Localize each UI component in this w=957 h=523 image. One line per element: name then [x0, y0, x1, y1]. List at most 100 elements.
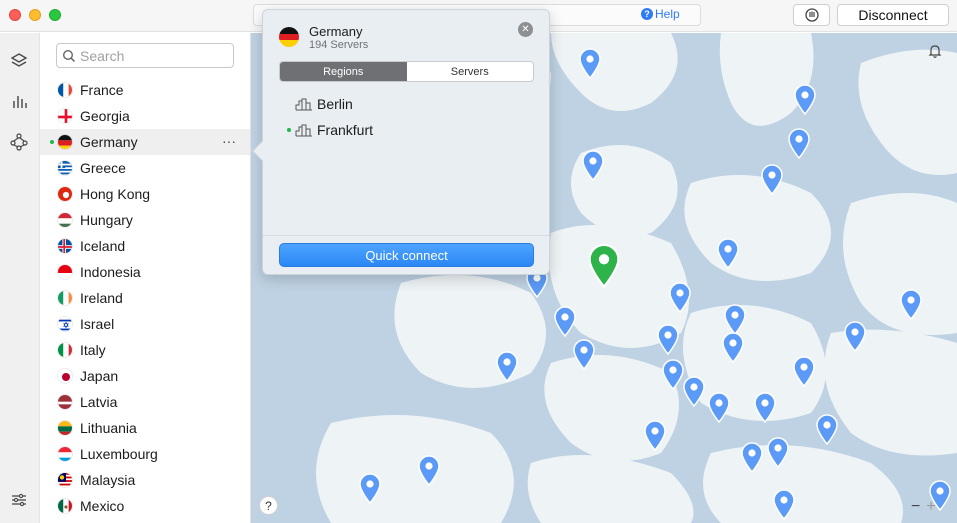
zoom-out-button[interactable]: −	[911, 498, 920, 516]
iceland-flag-icon	[57, 238, 73, 254]
close-popover-icon[interactable]: ✕	[518, 22, 533, 37]
server-location-pin-icon[interactable]	[792, 355, 816, 387]
search-input[interactable]	[80, 47, 230, 64]
country-item-ireland[interactable]: Ireland	[40, 285, 250, 311]
country-sidebar: France Georgia Germany ··· Greece Hong Kong Hu…	[40, 33, 251, 523]
country-item-japan[interactable]: Japan	[40, 363, 250, 389]
server-location-pin-icon[interactable]	[899, 288, 923, 320]
country-label: Hong Kong	[80, 186, 151, 202]
zoom-window-button[interactable]	[49, 9, 61, 21]
server-location-pin-icon[interactable]	[766, 436, 790, 468]
country-item-mexico[interactable]: Mexico	[40, 493, 250, 519]
shield-icon	[804, 8, 819, 22]
search-box[interactable]	[56, 43, 234, 68]
hongkong-flag-icon	[57, 186, 73, 202]
country-item-lithuania[interactable]: Lithuania	[40, 415, 250, 441]
server-location-pin-icon[interactable]	[417, 454, 441, 486]
hungary-flag-icon	[57, 212, 73, 228]
tab-regions[interactable]: Regions	[280, 62, 407, 81]
country-label: Greece	[80, 160, 126, 176]
country-item-hungary[interactable]: Hungary	[40, 207, 250, 233]
statistics-icon[interactable]	[9, 92, 29, 112]
server-location-pin-icon[interactable]	[668, 281, 692, 313]
mexico-flag-icon	[57, 498, 73, 514]
country-item-france[interactable]: France	[40, 77, 250, 103]
server-location-pin-icon[interactable]	[643, 419, 667, 451]
country-item-italy[interactable]: Italy	[40, 337, 250, 363]
quick-connect-button[interactable]: Quick connect	[279, 243, 534, 267]
country-item-germany[interactable]: Germany ···	[40, 129, 250, 155]
server-location-pin-icon[interactable]	[815, 413, 839, 445]
disconnect-button[interactable]: Disconnect	[837, 4, 949, 26]
help-link[interactable]: ? Help	[641, 7, 680, 21]
server-location-pin-icon[interactable]	[740, 441, 764, 473]
close-window-button[interactable]	[9, 9, 21, 21]
server-location-pin-icon[interactable]	[581, 149, 605, 181]
country-label: Japan	[80, 368, 119, 384]
minimize-window-button[interactable]	[29, 9, 41, 21]
country-label: Malaysia	[80, 472, 136, 488]
country-item-latvia[interactable]: Latvia	[40, 389, 250, 415]
connected-dot	[50, 140, 54, 144]
malaysia-flag-icon	[57, 472, 73, 488]
more-options-button[interactable]: ···	[222, 133, 236, 149]
active-region-dot	[287, 128, 291, 132]
server-location-pin-icon[interactable]	[578, 47, 602, 79]
help-label: Help	[655, 7, 680, 21]
server-location-pin-icon[interactable]	[495, 350, 519, 382]
region-popover: Germany 194 Servers ✕ Regions Servers Be…	[252, 9, 550, 275]
country-label: France	[80, 82, 124, 98]
map-help-button[interactable]: ?	[259, 496, 278, 515]
ireland-flag-icon	[57, 290, 73, 306]
country-label: Italy	[80, 342, 106, 358]
server-location-pin-icon[interactable]	[707, 391, 731, 423]
city-icon	[295, 124, 312, 137]
server-location-pin-icon[interactable]	[682, 375, 706, 407]
zoom-controls: − +	[911, 498, 936, 516]
server-location-pin-icon[interactable]	[572, 338, 596, 370]
germany-flag-icon	[57, 134, 73, 150]
server-location-pin-icon[interactable]	[553, 305, 577, 337]
country-item-indonesia[interactable]: Indonesia	[40, 259, 250, 285]
server-location-pin-icon[interactable]	[793, 83, 817, 115]
country-item-iceland[interactable]: Iceland	[40, 233, 250, 259]
server-location-pin-icon[interactable]	[760, 163, 784, 195]
popover-country-name: Germany	[309, 24, 363, 39]
threat-protection-button[interactable]	[793, 4, 830, 26]
country-label: Luxembourg	[80, 446, 158, 462]
server-location-pin-icon[interactable]	[753, 391, 777, 423]
country-item-malaysia[interactable]: Malaysia	[40, 467, 250, 493]
country-label: Ireland	[80, 290, 123, 306]
country-item-hongkong[interactable]: Hong Kong	[40, 181, 250, 207]
tab-servers[interactable]: Servers	[407, 62, 534, 81]
country-label: Germany	[80, 134, 138, 150]
server-location-pin-icon[interactable]	[843, 320, 867, 352]
japan-flag-icon	[57, 368, 73, 384]
region-item-frankfurt[interactable]: Frankfurt	[287, 120, 373, 140]
preferences-sliders-icon[interactable]	[9, 490, 29, 510]
meshnet-icon[interactable]	[9, 132, 29, 152]
layers-icon[interactable]	[9, 51, 29, 71]
server-location-pin-icon[interactable]	[358, 472, 382, 504]
country-item-luxembourg[interactable]: Luxembourg	[40, 441, 250, 467]
search-icon	[62, 49, 76, 62]
country-item-greece[interactable]: Greece	[40, 155, 250, 181]
connected-location-pin-icon[interactable]	[585, 242, 623, 288]
country-item-israel[interactable]: Israel	[40, 311, 250, 337]
country-label: Hungary	[80, 212, 133, 228]
country-list: France Georgia Germany ··· Greece Hong Kong Hu…	[40, 77, 250, 519]
server-location-pin-icon[interactable]	[716, 237, 740, 269]
country-label: Indonesia	[80, 264, 141, 280]
server-location-pin-icon[interactable]	[772, 488, 796, 520]
server-location-pin-icon[interactable]	[721, 331, 745, 363]
country-label: Georgia	[80, 108, 130, 124]
server-location-pin-icon[interactable]	[787, 127, 811, 159]
popover-server-count: 194 Servers	[309, 39, 369, 51]
region-item-berlin[interactable]: Berlin	[295, 94, 353, 114]
country-item-georgia[interactable]: Georgia	[40, 103, 250, 129]
notifications-bell-icon[interactable]	[927, 43, 949, 65]
server-location-pin-icon[interactable]	[656, 323, 680, 355]
georgia-flag-icon	[57, 108, 73, 124]
france-flag-icon	[57, 82, 73, 98]
zoom-in-button[interactable]: +	[926, 498, 935, 516]
